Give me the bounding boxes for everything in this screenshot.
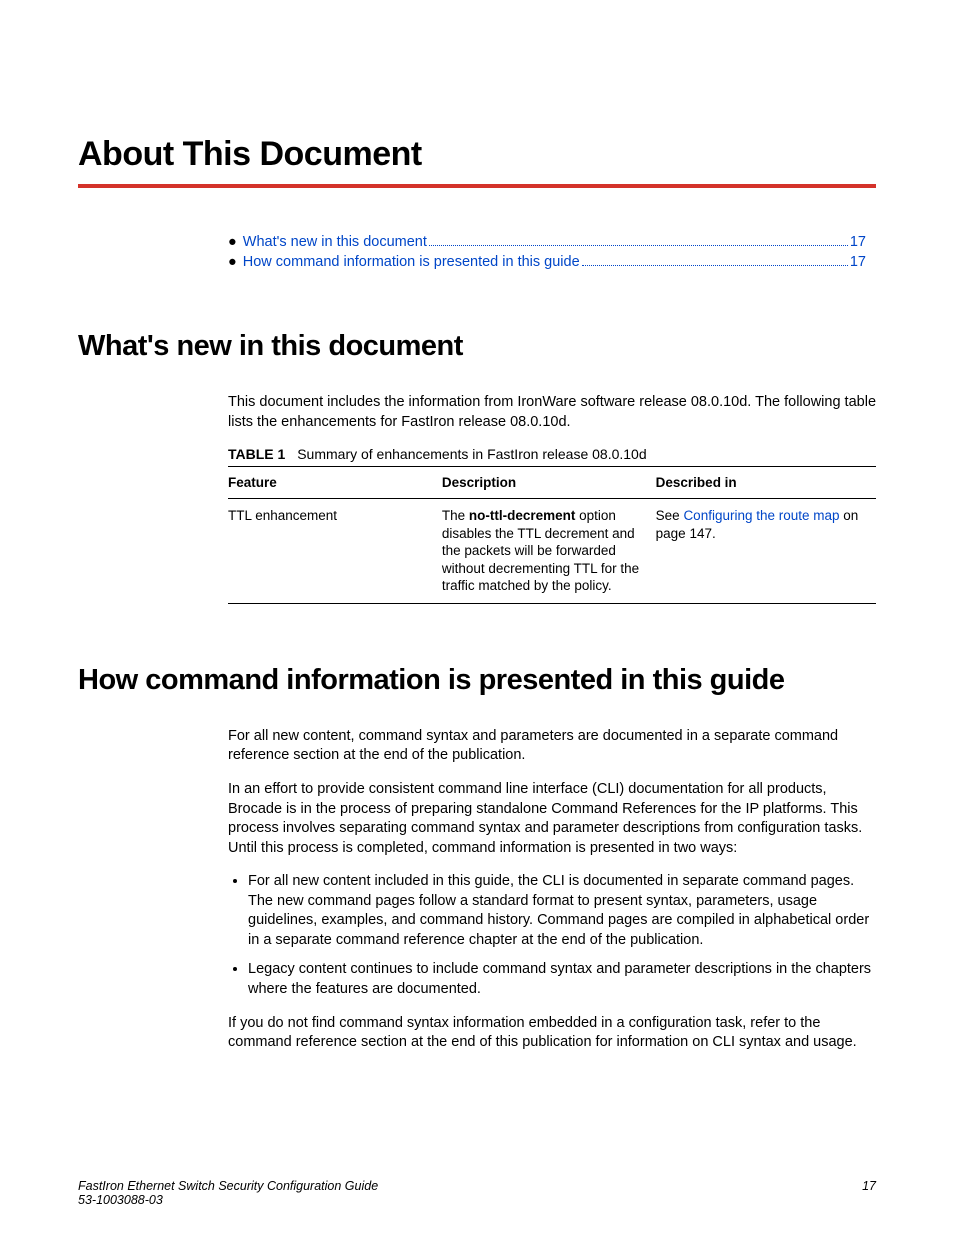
toc-link[interactable]: What's new in this document (243, 234, 427, 250)
th-described-in: Described in (656, 467, 876, 499)
toc-leader (582, 265, 848, 266)
section-body: This document includes the information f… (228, 393, 876, 432)
bullet-icon: ● (228, 254, 237, 270)
toc-entry: ● What's new in this document 17 (228, 234, 866, 250)
cell-description: The no-ttl-decrement option disables the… (442, 499, 656, 604)
list-item: For all new content included in this gui… (248, 872, 876, 950)
page-footer: FastIron Ethernet Switch Security Config… (78, 1179, 876, 1207)
paragraph: This document includes the information f… (228, 393, 876, 432)
toc-link[interactable]: How command information is presented in … (243, 254, 580, 270)
bullet-list: For all new content included in this gui… (228, 872, 876, 999)
paragraph: For all new content, command syntax and … (228, 727, 876, 766)
toc-entry: ● How command information is presented i… (228, 254, 866, 270)
table-caption: TABLE 1 Summary of enhancements in FastI… (228, 446, 876, 462)
table-of-contents: ● What's new in this document 17 ● How c… (228, 234, 866, 270)
xref-link[interactable]: Configuring the route map (683, 508, 839, 523)
paragraph: If you do not find command syntax inform… (228, 1014, 876, 1053)
table-label: TABLE 1 (228, 446, 285, 462)
document-page: About This Document ● What's new in this… (0, 0, 954, 1235)
footer-doc-title: FastIron Ethernet Switch Security Config… (78, 1179, 378, 1193)
section-heading-command-info: How command information is presented in … (78, 664, 876, 697)
toc-page-number[interactable]: 17 (850, 234, 866, 250)
paragraph: In an effort to provide consistent comma… (228, 780, 876, 858)
chapter-title: About This Document (78, 135, 876, 174)
cell-feature: TTL enhancement (228, 499, 442, 604)
table-row: TTL enhancement The no-ttl-decrement opt… (228, 499, 876, 604)
footer-left: FastIron Ethernet Switch Security Config… (78, 1179, 378, 1207)
table-caption-text: Summary of enhancements in FastIron rele… (297, 446, 646, 462)
list-item: Legacy content continues to include comm… (248, 960, 876, 999)
red-rule (78, 184, 876, 188)
bullet-icon: ● (228, 234, 237, 250)
table-header-row: Feature Description Described in (228, 467, 876, 499)
cell-described-in: See Configuring the route map on page 14… (656, 499, 876, 604)
footer-doc-number: 53-1003088-03 (78, 1193, 378, 1207)
toc-page-number[interactable]: 17 (850, 254, 866, 270)
enhancements-table: Feature Description Described in TTL enh… (228, 466, 876, 604)
section-body: For all new content, command syntax and … (228, 727, 876, 1053)
section-heading-whats-new: What's new in this document (78, 330, 876, 363)
toc-leader (429, 245, 848, 246)
th-feature: Feature (228, 467, 442, 499)
th-description: Description (442, 467, 656, 499)
footer-page-number: 17 (862, 1179, 876, 1207)
